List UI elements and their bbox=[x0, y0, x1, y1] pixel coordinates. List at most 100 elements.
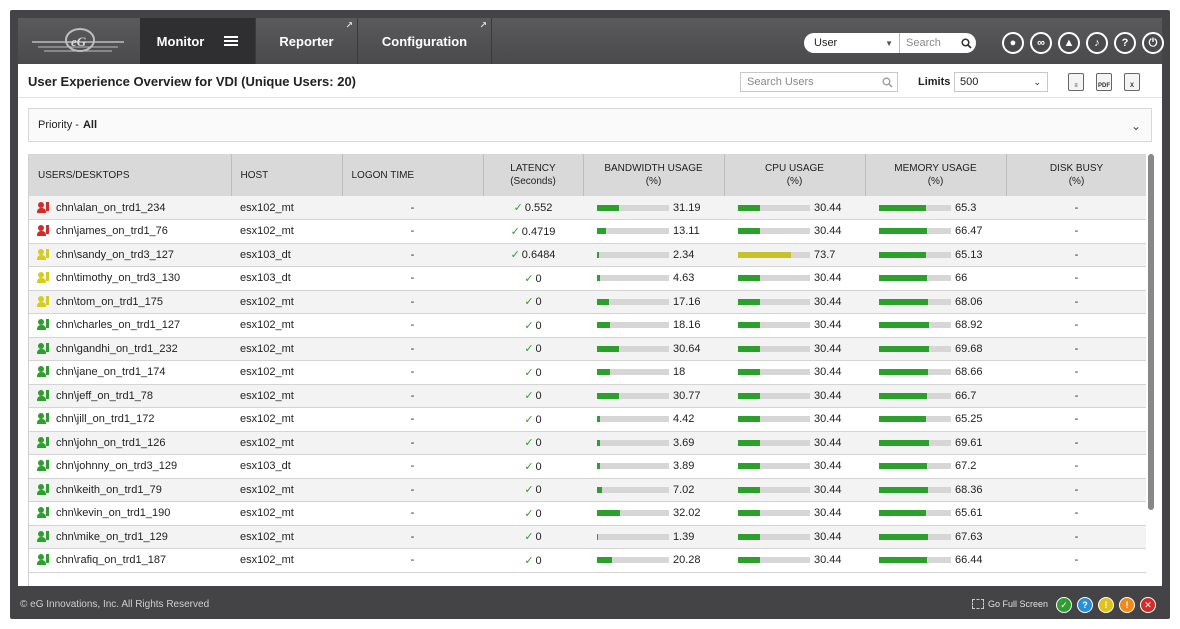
user-name[interactable]: chn\jill_on_trd1_172 bbox=[56, 413, 154, 425]
table-row[interactable]: chn\james_on_trd1_76 esx102_mt - ✓ 0.4719… bbox=[29, 219, 1146, 244]
search-icon[interactable] bbox=[882, 77, 893, 88]
user-cell[interactable]: chn\james_on_trd1_76 bbox=[29, 219, 231, 244]
alerts-icon[interactable]: ▲ bbox=[1058, 32, 1080, 54]
table-row[interactable]: chn\keith_on_trd1_79 esx102_mt - ✓ 0 7.02… bbox=[29, 478, 1146, 502]
pdf-export-icon[interactable]: PDF bbox=[1096, 73, 1112, 91]
notification-bell-icon[interactable]: ♪ bbox=[1086, 32, 1108, 54]
user-cell[interactable]: chn\tom_on_trd1_175 bbox=[29, 290, 231, 314]
table-row[interactable]: chn\jane_on_trd1_174 esx102_mt - ✓ 0 18 3… bbox=[29, 360, 1146, 385]
user-cell[interactable]: chn\john_on_trd1_126 bbox=[29, 431, 231, 455]
check-icon: ✓ bbox=[524, 390, 534, 403]
table-row[interactable]: chn\gandhi_on_trd1_232 esx102_mt - ✓ 0 30… bbox=[29, 337, 1146, 361]
latency-cell: ✓ 0 bbox=[483, 548, 583, 573]
col-cpu[interactable]: CPU USAGE (%) bbox=[724, 154, 866, 196]
user-cell[interactable]: chn\keith_on_trd1_79 bbox=[29, 478, 231, 502]
table-row[interactable]: chn\jeff_on_trd1_78 esx102_mt - ✓ 0 30.77… bbox=[29, 384, 1146, 408]
global-search-input[interactable]: Search bbox=[900, 37, 976, 49]
user-cell[interactable]: chn\jill_on_trd1_172 bbox=[29, 407, 231, 432]
table-row[interactable]: chn\tom_on_trd1_175 esx102_mt - ✓ 0 17.16… bbox=[29, 290, 1146, 314]
bandwidth-cell: 7.02 bbox=[583, 478, 724, 502]
user-status-icon bbox=[37, 507, 50, 519]
search-users-input[interactable]: Search Users bbox=[740, 72, 898, 92]
table-row[interactable]: chn\jill_on_trd1_172 esx102_mt - ✓ 0 4.42… bbox=[29, 407, 1146, 432]
bandwidth-bar bbox=[597, 298, 669, 305]
col-logon-time[interactable]: LOGON TIME bbox=[342, 154, 484, 196]
memory-cell: 65.13 bbox=[865, 243, 1006, 267]
user-name[interactable]: chn\kevin_on_trd1_190 bbox=[56, 507, 170, 519]
user-cell[interactable]: chn\johnny_on_trd3_129 bbox=[29, 454, 231, 479]
table-row[interactable]: chn\mike_on_trd1_129 esx102_mt - ✓ 0 1.39… bbox=[29, 525, 1146, 549]
user-name[interactable]: chn\johnny_on_trd3_129 bbox=[56, 460, 177, 472]
user-name[interactable]: chn\charles_on_trd1_127 bbox=[56, 319, 180, 331]
user-cell[interactable]: chn\kevin_on_trd1_190 bbox=[29, 501, 231, 526]
menu-icon[interactable] bbox=[224, 34, 239, 48]
table-row[interactable]: chn\timothy_on_trd3_130 esx103_dt - ✓ 0 4… bbox=[29, 266, 1146, 291]
user-cell[interactable]: chn\charles_on_trd1_127 bbox=[29, 313, 231, 338]
eg-logo[interactable]: eG bbox=[28, 24, 128, 60]
bandwidth-value: 17.16 bbox=[673, 295, 701, 308]
table-row[interactable]: chn\kevin_on_trd1_190 esx102_mt - ✓ 0 32.… bbox=[29, 501, 1146, 526]
tab-monitor[interactable]: Monitor bbox=[140, 18, 256, 64]
user-profile-icon[interactable]: ● bbox=[1002, 32, 1024, 54]
user-name[interactable]: chn\james_on_trd1_76 bbox=[56, 225, 168, 237]
user-name[interactable]: chn\gandhi_on_trd1_232 bbox=[56, 343, 178, 355]
link-icon[interactable]: ∞ bbox=[1030, 32, 1052, 54]
memory-value: 68.36 bbox=[955, 483, 983, 496]
table-row[interactable]: chn\charles_on_trd1_127 esx102_mt - ✓ 0 1… bbox=[29, 313, 1146, 338]
go-full-screen-button[interactable]: Go Full Screen bbox=[972, 599, 1048, 609]
col-bandwidth[interactable]: BANDWIDTH USAGE (%) bbox=[583, 154, 725, 196]
report-icon[interactable]: ≡ bbox=[1068, 73, 1084, 91]
col-disk-busy[interactable]: DISK BUSY (%) bbox=[1006, 154, 1146, 196]
col-logon-label: LOGON TIME bbox=[351, 169, 415, 181]
logon-time-cell: - bbox=[342, 196, 483, 220]
excel-export-icon[interactable]: X bbox=[1124, 73, 1140, 91]
col-host[interactable]: HOST bbox=[231, 154, 343, 196]
user-cell[interactable]: chn\jeff_on_trd1_78 bbox=[29, 384, 231, 408]
logon-time-cell: - bbox=[342, 407, 483, 432]
table-scrollbar[interactable] bbox=[1148, 154, 1154, 510]
status-ok-icon[interactable]: ✓ bbox=[1056, 597, 1072, 613]
status-minor-icon[interactable]: ! bbox=[1098, 597, 1114, 613]
cpu-value: 30.44 bbox=[814, 319, 842, 332]
tab-configuration[interactable]: Configuration ↗ bbox=[358, 18, 492, 64]
user-name[interactable]: chn\john_on_trd1_126 bbox=[56, 437, 165, 449]
user-name[interactable]: chn\jane_on_trd1_174 bbox=[56, 366, 165, 378]
user-name[interactable]: chn\sandy_on_trd3_127 bbox=[56, 249, 174, 261]
status-unknown-icon[interactable]: ? bbox=[1077, 597, 1093, 613]
table-row[interactable]: chn\rafiq_on_trd1_187 esx102_mt - ✓ 0 20.… bbox=[29, 548, 1146, 573]
status-major-icon[interactable]: ! bbox=[1119, 597, 1135, 613]
user-cell[interactable]: chn\alan_on_trd1_234 bbox=[29, 196, 231, 220]
user-cell[interactable]: chn\sandy_on_trd3_127 bbox=[29, 243, 231, 267]
col-users[interactable]: USERS/DESKTOPS bbox=[29, 154, 232, 196]
user-cell[interactable]: chn\mike_on_trd1_129 bbox=[29, 525, 231, 549]
limits-select[interactable]: 500 ⌄ bbox=[954, 72, 1048, 92]
chevron-down-icon[interactable]: ⌄ bbox=[1131, 119, 1141, 133]
latency-cell: ✓ 0 bbox=[483, 384, 583, 408]
user-name[interactable]: chn\mike_on_trd1_129 bbox=[56, 531, 168, 543]
table-row[interactable]: chn\sandy_on_trd3_127 esx103_dt - ✓ 0.648… bbox=[29, 243, 1146, 267]
status-critical-icon[interactable]: ✕ bbox=[1140, 597, 1156, 613]
table-row[interactable]: chn\alan_on_trd1_234 esx102_mt - ✓ 0.552 … bbox=[29, 196, 1146, 220]
help-icon[interactable]: ? bbox=[1114, 32, 1136, 54]
user-name[interactable]: chn\rafiq_on_trd1_187 bbox=[56, 554, 166, 566]
priority-filter[interactable]: Priority - All ⌄ bbox=[28, 108, 1152, 142]
user-name[interactable]: chn\keith_on_trd1_79 bbox=[56, 484, 162, 496]
user-cell[interactable]: chn\jane_on_trd1_174 bbox=[29, 360, 231, 385]
host-cell: esx102_mt bbox=[231, 501, 342, 526]
user-cell[interactable]: chn\gandhi_on_trd1_232 bbox=[29, 337, 231, 361]
table-row[interactable]: chn\johnny_on_trd3_129 esx103_dt - ✓ 0 3.… bbox=[29, 454, 1146, 479]
user-name[interactable]: chn\tom_on_trd1_175 bbox=[56, 296, 163, 308]
cpu-value: 30.44 bbox=[814, 366, 842, 379]
user-name[interactable]: chn\timothy_on_trd3_130 bbox=[56, 272, 180, 284]
col-memory[interactable]: MEMORY USAGE (%) bbox=[865, 154, 1007, 196]
search-scope-select[interactable]: User ▼ bbox=[804, 33, 900, 53]
col-latency[interactable]: LATENCY (Seconds) bbox=[483, 154, 584, 196]
user-cell[interactable]: chn\rafiq_on_trd1_187 bbox=[29, 548, 231, 573]
search-icon[interactable] bbox=[961, 37, 972, 49]
power-icon[interactable]: ⏻ bbox=[1142, 32, 1164, 54]
table-row[interactable]: chn\john_on_trd1_126 esx102_mt - ✓ 0 3.69… bbox=[29, 431, 1146, 455]
user-cell[interactable]: chn\timothy_on_trd3_130 bbox=[29, 266, 231, 291]
tab-reporter[interactable]: Reporter ↗ bbox=[256, 18, 358, 64]
user-name[interactable]: chn\jeff_on_trd1_78 bbox=[56, 390, 153, 402]
user-name[interactable]: chn\alan_on_trd1_234 bbox=[56, 202, 165, 214]
